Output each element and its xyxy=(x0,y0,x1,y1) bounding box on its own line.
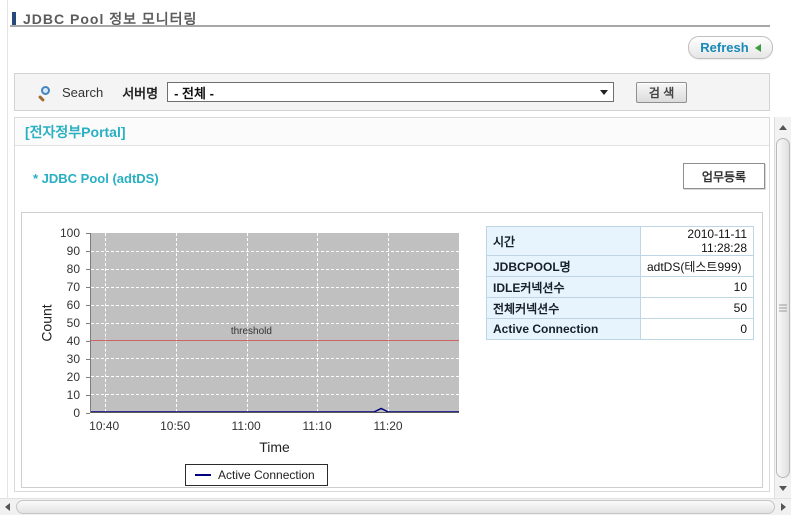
info-label: 전체커넥션수 xyxy=(487,298,641,319)
horizontal-scrollbar-thumb[interactable] xyxy=(16,500,775,514)
chart-legend: Active Connection xyxy=(185,464,328,486)
server-select-value: - 전체 - xyxy=(174,83,214,102)
search-submit-button[interactable]: 검 색 xyxy=(636,82,687,103)
y-tick-label: 80 xyxy=(67,262,80,276)
y-tick-mark xyxy=(86,413,90,414)
info-value: 10 xyxy=(641,277,754,298)
x-tick-label: 10:40 xyxy=(89,419,119,433)
table-row: 시간2010-11-11 11:28:28 xyxy=(487,227,754,256)
scroll-right-button[interactable] xyxy=(775,499,791,515)
arrow-left-icon xyxy=(5,503,10,511)
y-tick-label: 40 xyxy=(67,334,80,348)
y-tick-label: 70 xyxy=(67,280,80,294)
x-tick-label: 11:10 xyxy=(302,419,331,433)
title-divider xyxy=(10,25,770,27)
page-left-border xyxy=(7,0,8,498)
info-label: JDBCPOOL명 xyxy=(487,256,641,277)
y-tick-label: 50 xyxy=(67,316,80,330)
y-tick-label: 30 xyxy=(67,352,80,366)
info-value: adtDS(테스트999) xyxy=(641,256,754,277)
legend-label: Active Connection xyxy=(218,468,315,482)
arrow-right-icon xyxy=(781,503,786,511)
info-value: 2010-11-11 11:28:28 xyxy=(641,227,754,256)
thumb-grip-icon xyxy=(779,308,787,309)
pool-title: * JDBC Pool (adtDS) xyxy=(33,171,159,186)
search-icon xyxy=(38,85,53,100)
monitor-panel: Count 0102030405060708090100 threshold 1… xyxy=(21,212,763,488)
vertical-scrollbar[interactable] xyxy=(774,117,791,498)
search-panel: Search 서버명 - 전체 - 검 색 xyxy=(14,73,770,111)
legend-line-sample xyxy=(195,474,211,476)
search-icon-handle xyxy=(38,94,45,101)
horizontal-scrollbar[interactable] xyxy=(0,498,791,515)
table-row: JDBCPOOL명adtDS(테스트999) xyxy=(487,256,754,277)
y-tick-label: 90 xyxy=(67,244,80,258)
x-tick-label: 11:20 xyxy=(373,419,402,433)
x-axis-label: Time xyxy=(90,439,459,455)
x-tick-label: 10:50 xyxy=(160,419,190,433)
table-row: IDLE커넥션수10 xyxy=(487,277,754,298)
info-value: 50 xyxy=(641,298,754,319)
info-label: 시간 xyxy=(487,227,641,256)
portal-panel: [전자정부Portal] * JDBC Pool (adtDS) 업무등록 Co… xyxy=(14,117,770,492)
register-button[interactable]: 업무등록 xyxy=(683,163,765,189)
jdbc-pool-monitor-page: JDBC Pool 정보 모니터링 Refresh Search 서버명 - 전… xyxy=(0,0,791,515)
y-tick-label: 0 xyxy=(73,406,80,420)
portal-header: [전자정부Portal] xyxy=(15,118,769,146)
vertical-scrollbar-thumb[interactable] xyxy=(776,138,790,478)
active-connection-series xyxy=(91,233,459,412)
pool-info-table: 시간2010-11-11 11:28:28JDBCPOOL명adtDS(테스트9… xyxy=(486,226,754,340)
scroll-down-button[interactable] xyxy=(775,480,791,496)
scroll-up-button[interactable] xyxy=(775,119,791,135)
x-axis-ticks: 10:40 10:50 11:00 11:10 11:20 xyxy=(90,419,459,433)
arrow-up-icon xyxy=(779,125,787,130)
x-tick-label: 11:00 xyxy=(232,419,261,433)
y-tick-label: 60 xyxy=(67,298,80,312)
plot-area: threshold xyxy=(90,233,459,413)
y-tick-label: 10 xyxy=(67,388,80,402)
arrow-down-icon xyxy=(779,486,787,491)
server-select[interactable]: - 전체 - xyxy=(167,82,614,102)
search-label: Search xyxy=(62,85,103,100)
table-row: Active Connection0 xyxy=(487,319,754,340)
scroll-left-button[interactable] xyxy=(0,499,16,515)
info-value: 0 xyxy=(641,319,754,340)
refresh-label: Refresh xyxy=(700,40,748,55)
y-axis-ticks: 0102030405060708090100 xyxy=(22,233,86,413)
search-icon-glass xyxy=(41,86,50,95)
table-row: 전체커넥션수50 xyxy=(487,298,754,319)
info-label: Active Connection xyxy=(487,319,641,340)
portal-title: [전자정부Portal] xyxy=(25,122,126,142)
server-name-label: 서버명 xyxy=(122,83,158,102)
chevron-down-icon xyxy=(600,90,608,95)
refresh-arrow-icon xyxy=(755,44,761,52)
info-label: IDLE커넥션수 xyxy=(487,277,641,298)
y-tick-label: 100 xyxy=(60,226,80,240)
y-tick-label: 20 xyxy=(67,370,80,384)
refresh-button[interactable]: Refresh xyxy=(688,36,773,59)
